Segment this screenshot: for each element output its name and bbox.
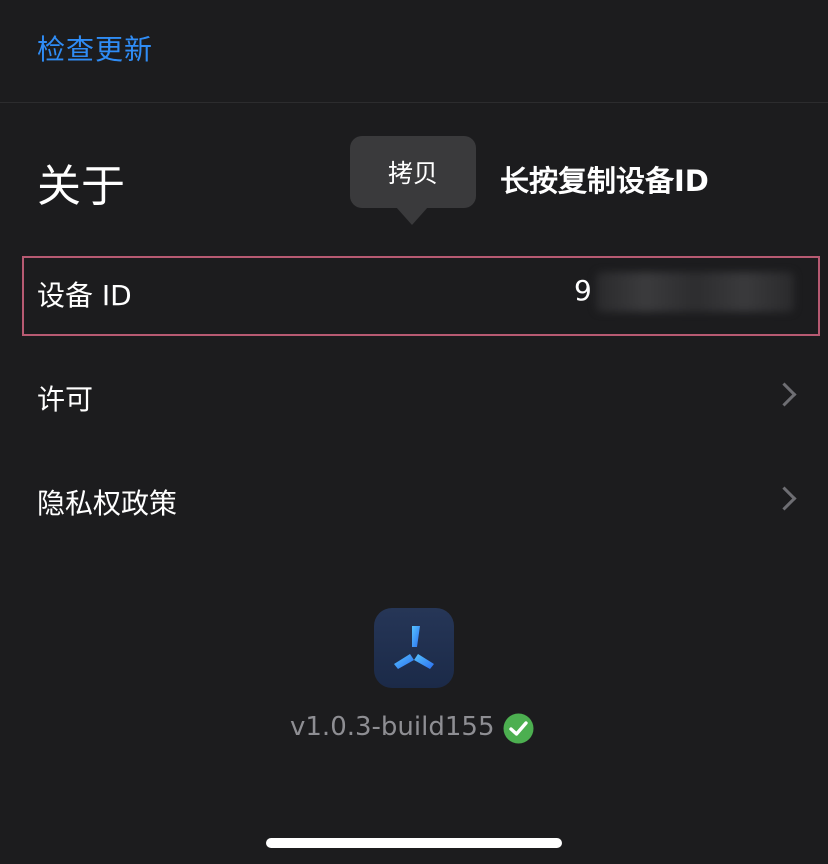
- check-update-link[interactable]: 检查更新: [37, 28, 153, 68]
- device-id-value[interactable]: 9: [574, 274, 592, 307]
- copy-tooltip[interactable]: 拷贝: [350, 136, 476, 208]
- tooltip-arrow: [396, 207, 428, 225]
- home-indicator[interactable]: [266, 838, 562, 848]
- about-title: 关于: [37, 161, 125, 212]
- license-row-label[interactable]: 许可: [37, 378, 93, 418]
- chevron-right-icon[interactable]: [772, 486, 797, 511]
- version-label: v1.0.3-build155: [290, 712, 495, 742]
- device-id-redaction: [596, 272, 794, 312]
- header-divider: [0, 102, 828, 103]
- privacy-policy-row-label[interactable]: 隐私权政策: [37, 482, 177, 522]
- app-logo-svg: [394, 626, 434, 669]
- app-logo-icon: [374, 608, 454, 688]
- device-id-label: 设备 ID: [37, 279, 132, 312]
- copy-tooltip-label[interactable]: 拷贝: [388, 154, 438, 190]
- chevron-right-icon[interactable]: [772, 382, 797, 407]
- checkmark-circle-icon: [503, 713, 534, 744]
- copy-device-id-annotation: 长按复制设备ID: [500, 164, 709, 198]
